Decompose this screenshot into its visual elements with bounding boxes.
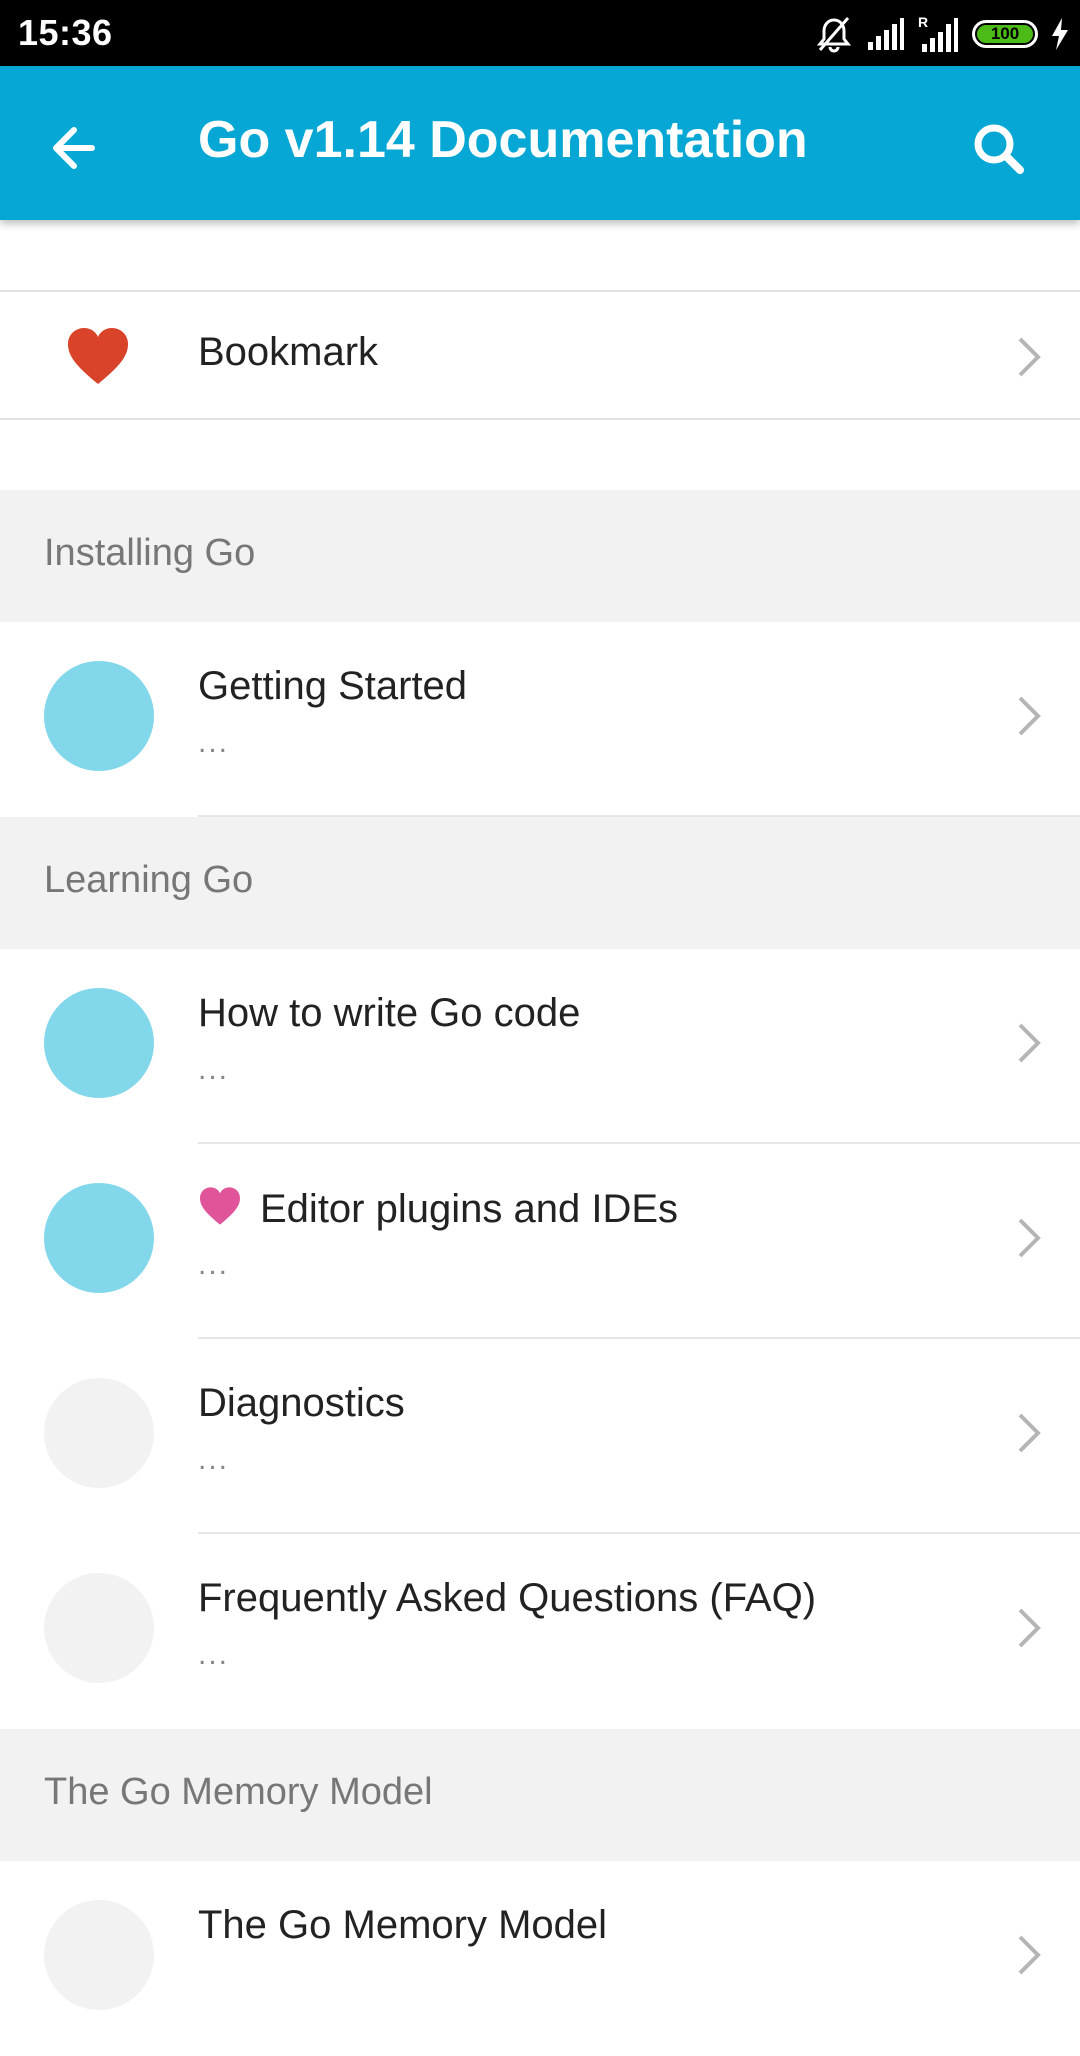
- item-title: Getting Started: [198, 664, 468, 708]
- chevron-right-icon: [1018, 1218, 1041, 1258]
- favorite-heart-icon: [200, 1187, 240, 1225]
- battery-icon: 100: [972, 20, 1038, 48]
- item-subtitle: ...: [198, 1248, 230, 1281]
- muted-bell-icon: [816, 17, 852, 53]
- item-title: How to write Go code: [198, 991, 581, 1035]
- item-title: Editor plugins and IDEs: [260, 1187, 679, 1231]
- item-subtitle: ...: [198, 1638, 230, 1671]
- section-label: The Go Memory Model: [44, 1771, 433, 1813]
- section-header-go-memory-model: The Go Memory Model: [0, 1729, 1080, 1861]
- item-title-wrap: Editor plugins and IDEs: [198, 1186, 678, 1232]
- avatar: [44, 1378, 154, 1488]
- charging-bolt-icon: [1052, 18, 1068, 50]
- status-icons: R 100: [814, 14, 1070, 54]
- bookmark-label: Bookmark: [198, 330, 379, 374]
- heart-icon: [68, 328, 128, 384]
- list-item-how-to-write-go-code[interactable]: How to write Go code ...: [0, 949, 1080, 1144]
- section-label: Installing Go: [44, 532, 256, 574]
- list-item-getting-started[interactable]: Getting Started ...: [0, 622, 1080, 817]
- item-subtitle: ...: [198, 1053, 230, 1086]
- signal-icon: [868, 18, 904, 50]
- item-title: Diagnostics: [198, 1381, 405, 1425]
- chevron-right-icon: [1018, 696, 1041, 736]
- battery-level: 100: [977, 24, 1033, 43]
- chevron-right-icon: [1018, 1608, 1041, 1648]
- status-time: 15:36: [18, 12, 113, 53]
- item-subtitle: ...: [198, 726, 230, 759]
- list-item-diagnostics[interactable]: Diagnostics ...: [0, 1339, 1080, 1534]
- back-arrow-icon[interactable]: [40, 110, 116, 186]
- section-header-installing-go: Installing Go: [0, 490, 1080, 622]
- chevron-right-icon: [1018, 1935, 1041, 1975]
- chevron-right-icon: [1018, 1023, 1041, 1063]
- list-item-editor-plugins[interactable]: Editor plugins and IDEs ...: [0, 1144, 1080, 1339]
- avatar: [44, 1183, 154, 1293]
- section-label: Learning Go: [44, 859, 254, 901]
- page-title: Go v1.14 Documentation: [198, 111, 808, 169]
- list-item-faq[interactable]: Frequently Asked Questions (FAQ) ...: [0, 1534, 1080, 1729]
- avatar: [44, 988, 154, 1098]
- chevron-right-icon: [1018, 1413, 1041, 1453]
- avatar: [44, 1573, 154, 1683]
- avatar: [44, 1900, 154, 2010]
- signal-roaming-icon: R: [918, 14, 958, 52]
- bookmark-row[interactable]: Bookmark: [0, 290, 1080, 420]
- chevron-right-icon: [1018, 337, 1041, 377]
- avatar: [44, 661, 154, 771]
- item-title: Frequently Asked Questions (FAQ): [198, 1576, 817, 1620]
- search-icon[interactable]: [960, 110, 1036, 186]
- status-bar: 15:36 R 100: [0, 0, 1080, 66]
- section-header-learning-go: Learning Go: [0, 817, 1080, 949]
- item-subtitle: ...: [198, 1443, 230, 1476]
- svg-text:R: R: [918, 14, 928, 30]
- item-title: The Go Memory Model: [198, 1903, 608, 1947]
- app-bar: Go v1.14 Documentation: [0, 66, 1080, 220]
- list-item-go-memory-model[interactable]: The Go Memory Model: [0, 1861, 1080, 2056]
